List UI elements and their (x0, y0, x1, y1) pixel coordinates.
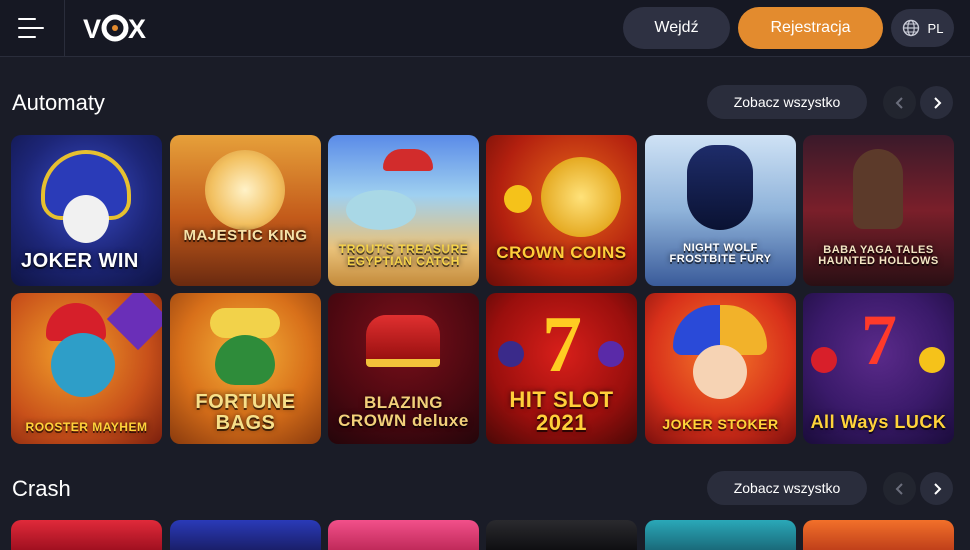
game-tile-rooster-mayhem[interactable]: ROOSTER MAYHEM (11, 293, 162, 444)
game-tile-joker-win[interactable]: JOKER WIN (11, 135, 162, 286)
menu-icon (18, 18, 36, 20)
game-tile-baba-yaga[interactable]: BABA YAGA TALES HAUNTED HOLLOWS (803, 135, 954, 286)
crash-game-tile[interactable] (11, 520, 162, 550)
menu-button[interactable] (0, 0, 65, 57)
language-code: PL (927, 20, 944, 36)
chevron-left-icon (895, 96, 903, 109)
crash-game-tile[interactable] (486, 520, 637, 550)
game-tile-all-ways-luck[interactable]: 7 All Ways LUCK (803, 293, 954, 444)
language-selector[interactable]: PL (891, 9, 954, 47)
game-tile-crown-coins[interactable]: CROWN COINS (486, 135, 637, 286)
svg-text:X: X (128, 14, 146, 42)
chevron-left-icon (895, 482, 903, 495)
game-tile-trouts-treasure[interactable]: TROUT'S TREASURE EGYPTIAN CATCH (328, 135, 479, 286)
section-title-crash: Crash (12, 476, 71, 501)
vox-logo-icon: V X (83, 14, 146, 42)
crash-game-tile[interactable] (645, 520, 796, 550)
chevron-right-icon (933, 96, 941, 109)
section-title-slots: Automaty (12, 90, 105, 115)
crash-next-button[interactable] (920, 472, 953, 505)
register-button[interactable]: Rejestracja (738, 7, 883, 49)
svg-text:V: V (83, 14, 101, 42)
game-tile-majestic-king[interactable]: MAJESTIC KING (170, 135, 321, 286)
game-tile-joker-stoker[interactable]: JOKER STOKER (645, 293, 796, 444)
see-all-slots-button[interactable]: Zobacz wszystko (707, 85, 867, 119)
chevron-right-icon (933, 482, 941, 495)
crash-prev-button[interactable] (883, 472, 916, 505)
slots-next-button[interactable] (920, 86, 953, 119)
logo[interactable]: V X (83, 14, 153, 42)
globe-icon (902, 19, 919, 37)
crash-game-tile[interactable] (328, 520, 479, 550)
game-tile-blazing-crown[interactable]: BLAZING CROWN deluxe (328, 293, 479, 444)
top-header: V X Wejdź Rejestracja PL (0, 0, 970, 57)
crash-game-tile[interactable] (803, 520, 954, 550)
game-tile-fortune-bags[interactable]: FORTUNE BAGS (170, 293, 321, 444)
crash-game-tile[interactable] (170, 520, 321, 550)
see-all-crash-button[interactable]: Zobacz wszystko (707, 471, 867, 505)
slots-prev-button[interactable] (883, 86, 916, 119)
game-tile-hit-slot[interactable]: 7 HIT SLOT 2021 (486, 293, 637, 444)
game-tile-night-wolf[interactable]: NIGHT WOLF FROSTBITE FURY (645, 135, 796, 286)
login-button[interactable]: Wejdź (623, 7, 730, 49)
